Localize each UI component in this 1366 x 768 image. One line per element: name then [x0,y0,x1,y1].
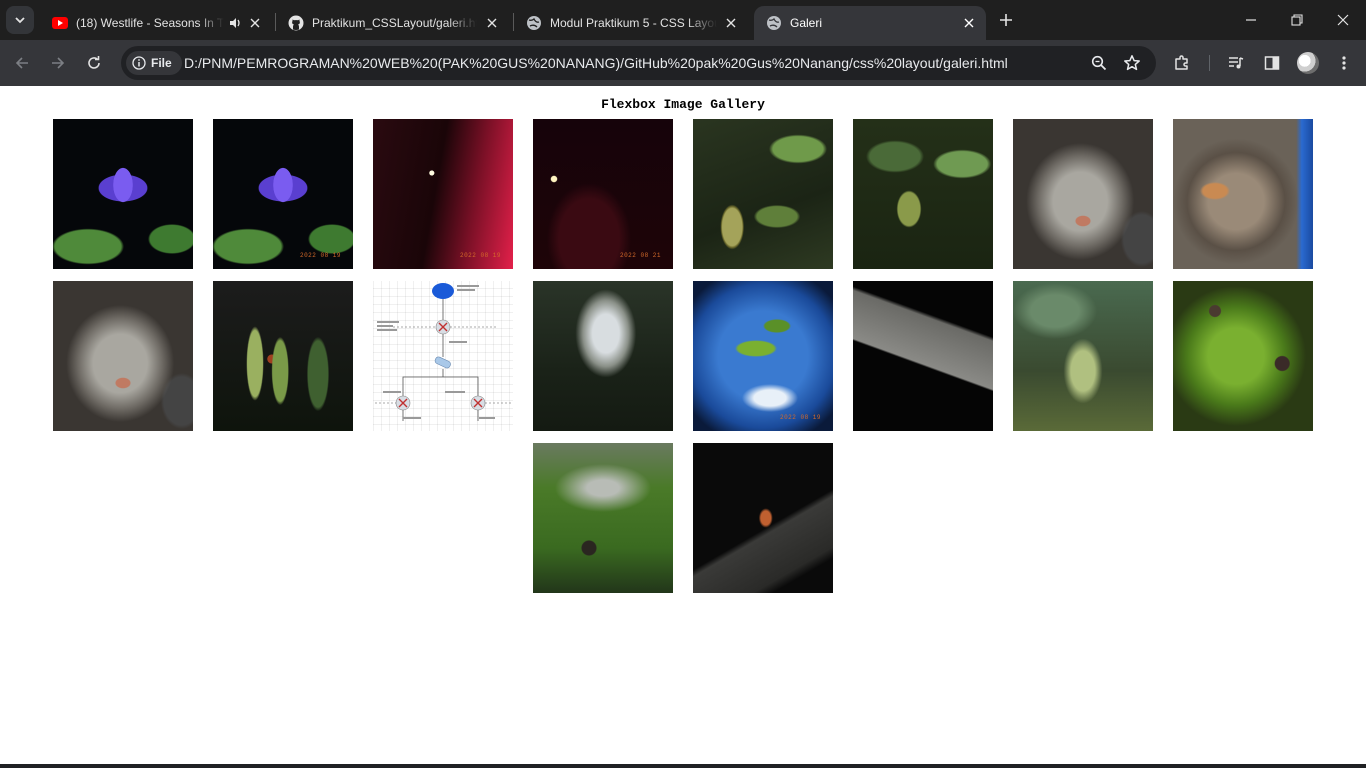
close-tab-icon[interactable] [723,14,740,32]
close-tab-icon[interactable] [248,14,262,32]
playlist-icon [1229,57,1244,69]
browser-menu-button[interactable] [1330,49,1358,77]
gallery-image[interactable]: 2022 08 19 [373,119,513,269]
gallery-image[interactable] [693,443,833,593]
gallery-image[interactable] [53,119,193,269]
back-button[interactable] [8,49,36,77]
gallery-image[interactable] [53,281,193,431]
more-vertical-icon [1342,56,1346,70]
restore-button[interactable] [1274,0,1320,40]
side-panel-icon [1264,56,1280,70]
bookmark-star-icon[interactable] [1120,51,1144,75]
tab-title: Galeri [790,16,823,30]
github-icon [288,15,304,31]
restore-icon [1291,14,1303,26]
minimize-button[interactable] [1228,0,1274,40]
close-window-button[interactable] [1320,0,1366,40]
media-controls-button[interactable] [1222,49,1250,77]
page-viewport: Flexbox Image Gallery 2022 08 19 2022 08… [0,86,1366,764]
gallery-image[interactable] [1173,119,1313,269]
side-panel-button[interactable] [1258,49,1286,77]
gallery-image[interactable] [853,281,993,431]
taskbar-edge [0,764,1366,768]
tab-praktikum-github[interactable]: Praktikum_CSSLayout/galeri.html [276,6,508,40]
arrow-right-icon [52,57,65,69]
browser-toolbar: File D:/PNM/PEMROGRAMAN%20WEB%20(PAK%20G… [0,40,1366,86]
gallery-image[interactable]: 2022 08 21 [533,119,673,269]
reload-icon [88,56,100,69]
tab-title: Modul Praktikum 5 - CSS Layout [550,16,717,30]
gallery-image[interactable] [853,119,993,269]
gallery-image[interactable] [1173,281,1313,431]
tab-westlife[interactable]: (18) Westlife - Seasons In The Sun [40,6,270,40]
info-icon [132,56,146,70]
tab-search-button[interactable] [6,6,34,34]
site-info-chip[interactable]: File [126,51,182,75]
image-gallery: 2022 08 19 2022 08 19 2022 08 21 2022 08… [43,114,1323,600]
gallery-image[interactable] [533,281,673,431]
gallery-image[interactable] [373,281,513,431]
gallery-image[interactable] [533,443,673,593]
forward-button[interactable] [44,49,72,77]
globe-icon [526,15,542,31]
address-bar[interactable]: File D:/PNM/PEMROGRAMAN%20WEB%20(PAK%20G… [121,46,1156,80]
photo-date-stamp: 2022 08 19 [299,252,341,259]
gallery-image[interactable] [1013,281,1153,431]
plus-icon [1000,14,1012,26]
photo-date-stamp: 2022 08 19 [779,414,821,421]
tab-modul-praktikum[interactable]: Modul Praktikum 5 - CSS Layout [514,6,748,40]
zoom-icon[interactable] [1087,51,1111,75]
tab-title: Praktikum_CSSLayout/galeri.html [312,16,478,30]
tab-strip: (18) Westlife - Seasons In The Sun Prakt… [0,0,1366,40]
close-icon [1337,14,1349,26]
photo-date-stamp: 2022 08 19 [459,252,501,259]
puzzle-icon [1175,55,1188,70]
gallery-image[interactable] [693,119,833,269]
globe-icon [766,15,782,31]
page-title: Flexbox Image Gallery [601,97,765,112]
gallery-image[interactable] [213,281,353,431]
url-text[interactable]: D:/PNM/PEMROGRAMAN%20WEB%20(PAK%20GUS%20… [184,46,1008,80]
gallery-image[interactable] [1013,119,1153,269]
speaker-icon[interactable] [228,15,242,31]
arrow-left-icon [15,57,28,69]
gallery-image[interactable]: 2022 08 19 [213,119,353,269]
tab-galeri[interactable]: Galeri [754,6,986,40]
youtube-icon [52,15,68,31]
extensions-button[interactable] [1168,49,1196,77]
close-tab-icon[interactable] [483,14,500,32]
network-diagram-drawing [375,283,511,421]
chevron-down-icon [15,17,25,24]
new-tab-button[interactable] [994,8,1018,32]
profile-avatar[interactable] [1297,52,1319,74]
tab-title: (18) Westlife - Seasons In The Sun [76,16,224,30]
toolbar-separator [1209,55,1210,71]
minimize-icon [1246,19,1256,21]
scheme-label: File [151,56,172,70]
gallery-image[interactable]: 2022 08 19 [693,281,833,431]
reload-button[interactable] [80,49,108,77]
photo-date-stamp: 2022 08 21 [619,252,661,259]
close-tab-icon[interactable] [960,14,978,32]
